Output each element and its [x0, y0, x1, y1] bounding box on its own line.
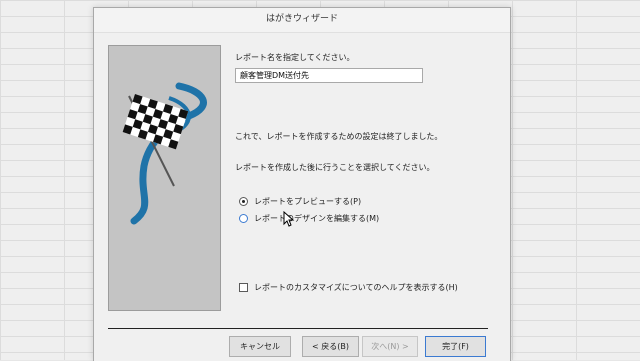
cancel-button[interactable]: キャンセル: [229, 336, 291, 357]
show-help-option[interactable]: レポートのカスタマイズについてのヘルプを表示する(H): [239, 282, 458, 293]
radio-preview[interactable]: [239, 197, 248, 206]
show-help-label: レポートのカスタマイズについてのヘルプを表示する(H): [254, 283, 458, 292]
report-name-prompt: レポート名を指定してください。: [235, 53, 355, 62]
report-name-input[interactable]: [235, 68, 423, 83]
completion-message: これで、レポートを作成するための設定は終了しました。: [235, 132, 443, 141]
next-button[interactable]: 次へ(N) >: [362, 336, 418, 357]
edit-design-label: レポートのデザインを編集する(M): [254, 214, 380, 223]
wizard-dialog: はがきウィザード レポート名を指定してください。 これで、レポートを作成するため…: [93, 7, 511, 361]
radio-edit-design[interactable]: [239, 214, 248, 223]
back-button[interactable]: < 戻る(B): [302, 336, 359, 357]
checkered-flag-icon: [122, 82, 207, 225]
button-separator: [108, 328, 488, 329]
edit-design-option[interactable]: レポートのデザインを編集する(M): [239, 213, 379, 224]
next-action-prompt: レポートを作成した後に行うことを選択してください。: [235, 163, 435, 172]
preview-report-option[interactable]: レポートをプレビューする(P): [239, 196, 361, 207]
dialog-title: はがきウィザード: [94, 8, 510, 33]
wizard-graphic-panel: [108, 45, 221, 311]
show-help-checkbox[interactable]: [239, 283, 248, 292]
mouse-cursor-icon: [283, 211, 295, 227]
preview-report-label: レポートをプレビューする(P): [254, 197, 362, 206]
finish-button[interactable]: 完了(F): [425, 336, 486, 357]
